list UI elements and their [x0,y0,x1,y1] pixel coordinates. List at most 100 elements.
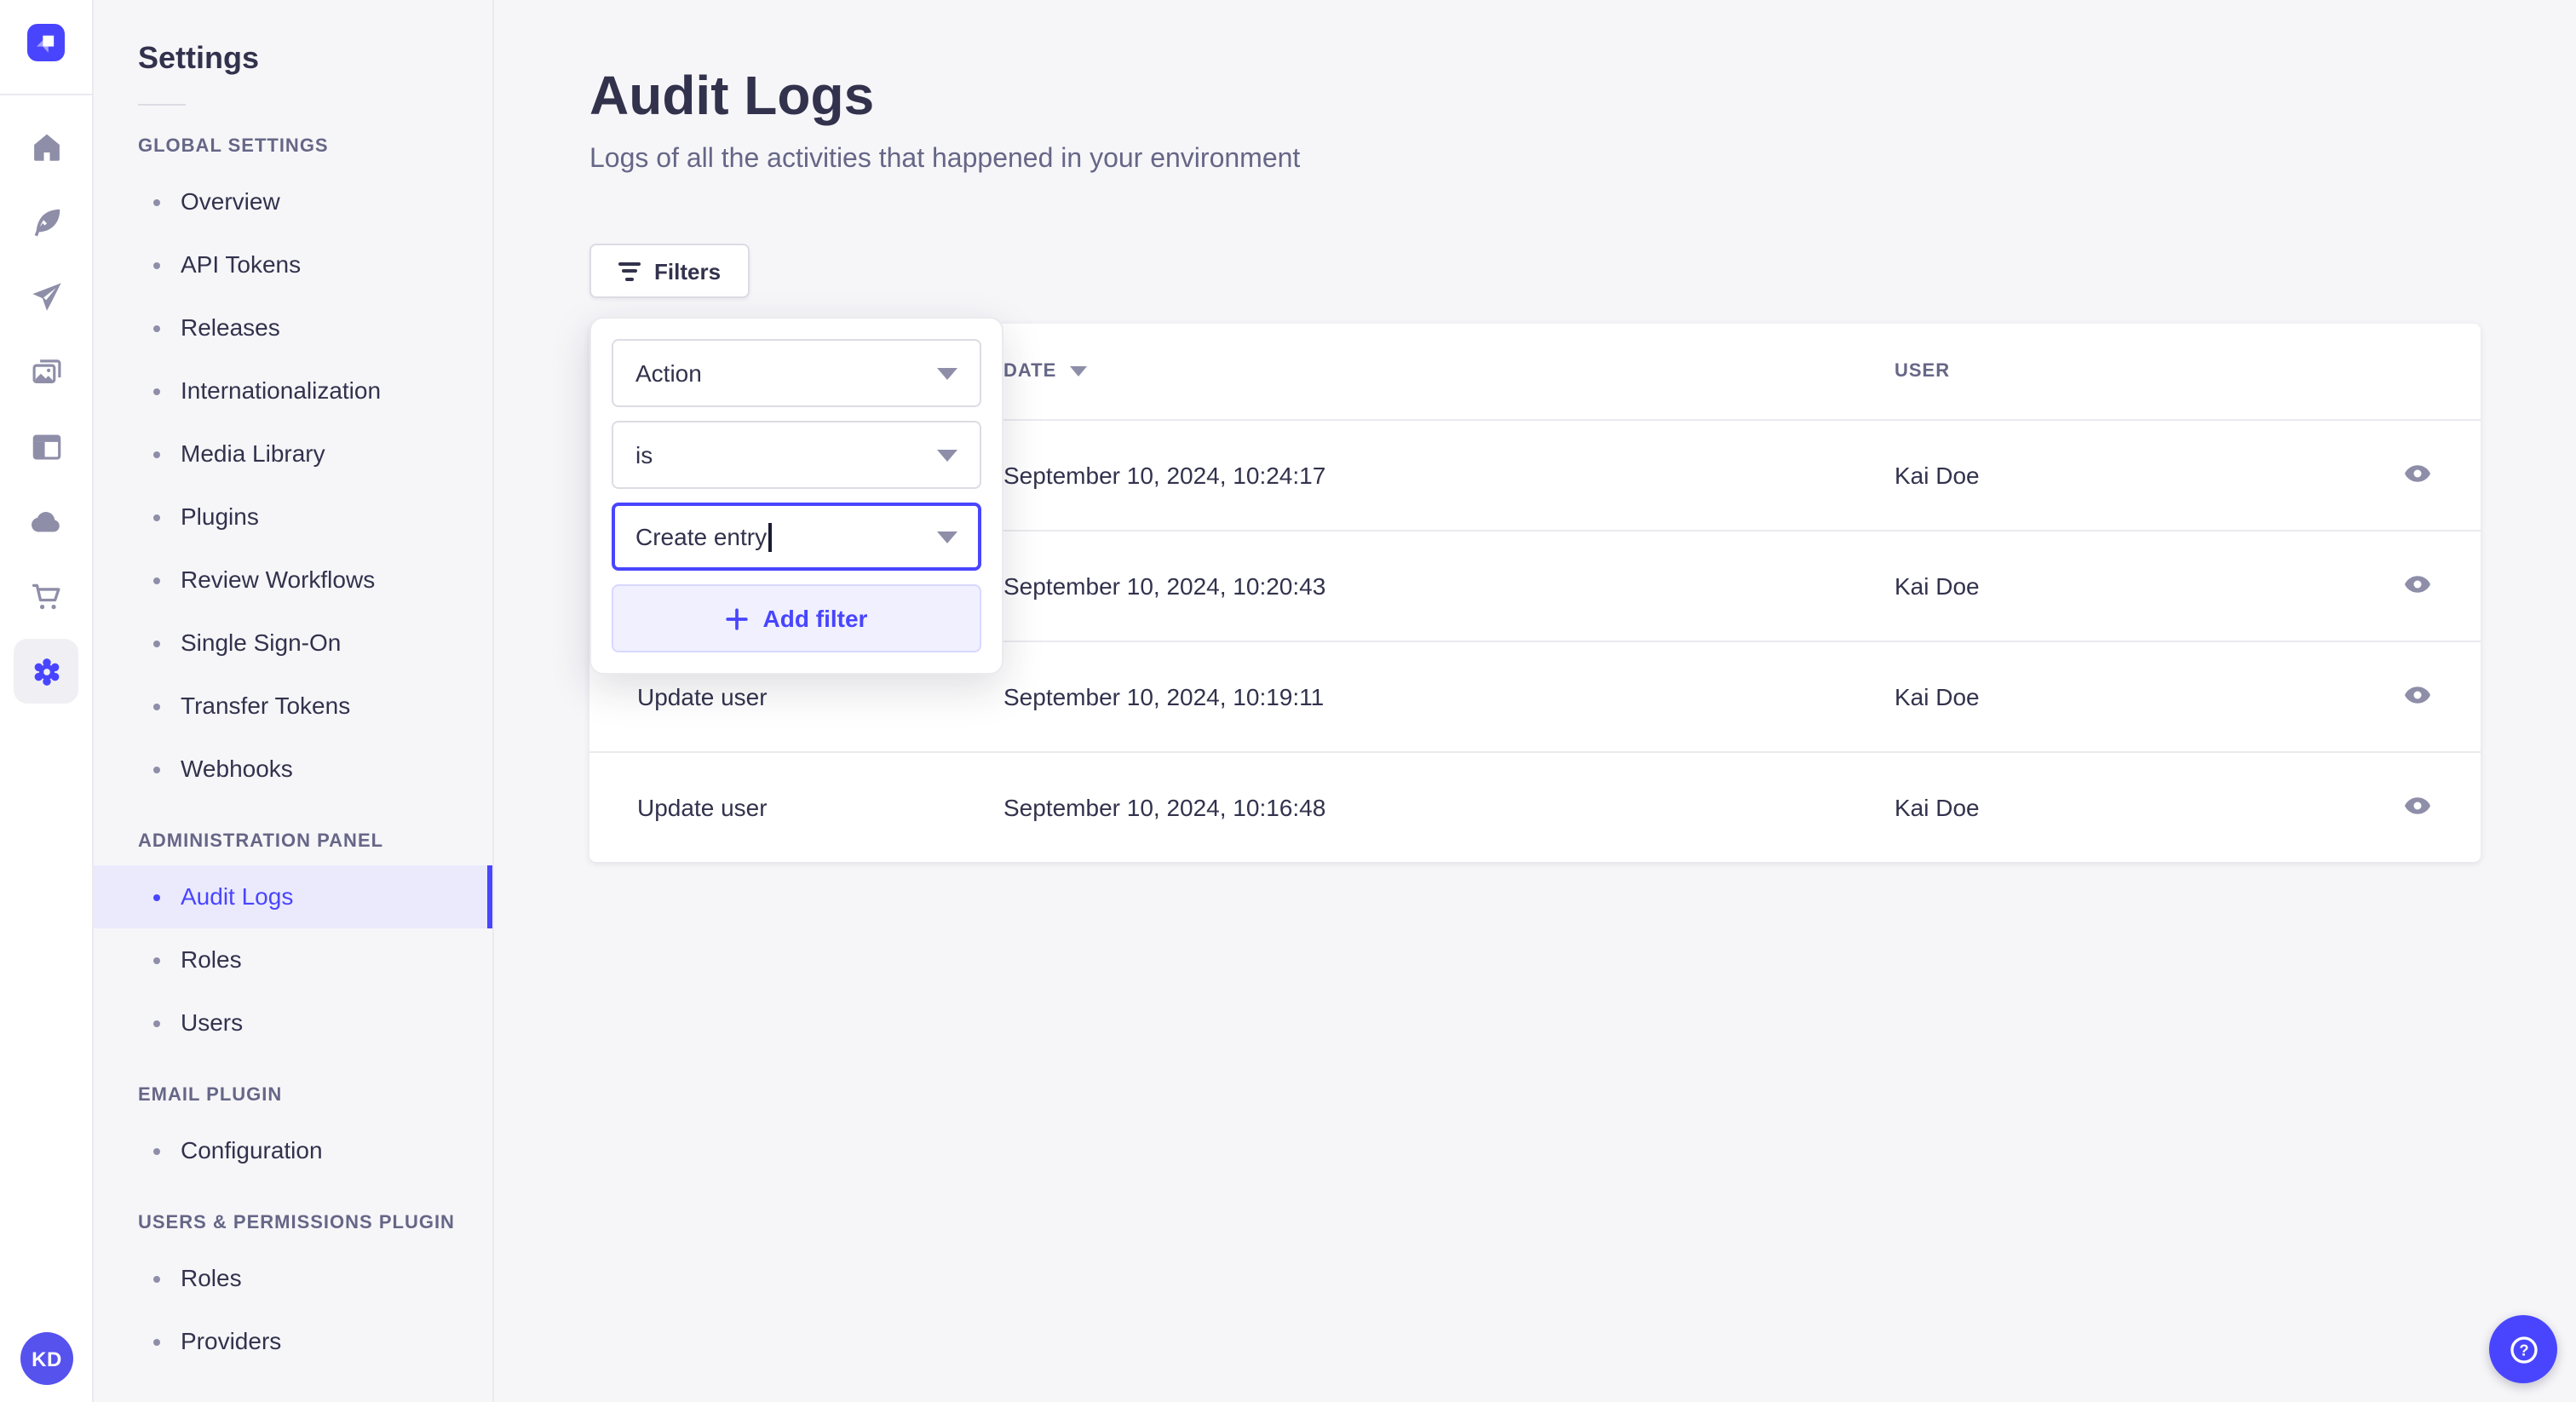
cell-date: September 10, 2024, 10:20:43 [1003,529,1895,641]
bullet-icon [153,893,160,900]
bullet-icon [153,514,160,520]
marketplace-cart-icon [31,583,60,609]
filter-value-combobox[interactable]: Create entry [612,503,981,571]
section-label-users-permissions-plugin: USERS & PERMISSIONS PLUGIN [138,1213,455,1233]
nav-content-type-builder[interactable] [9,409,83,484]
plus-icon [725,607,748,629]
section-label-administration-panel: ADMINISTRATION PANEL [138,831,384,852]
chevron-down-icon [937,449,957,461]
view-log-button[interactable] [2399,788,2436,825]
settings-sidebar: Settings GLOBAL SETTINGS Overview API To… [94,0,494,1402]
sidebar-item-single-sign-on[interactable]: Single Sign-On [94,612,492,675]
cell-date: September 10, 2024, 10:19:11 [1003,640,1895,751]
sidebar-item-internationalization[interactable]: Internationalization [94,359,492,422]
media-library-icon [32,359,60,382]
view-log-button[interactable] [2399,676,2436,714]
divider [138,104,186,106]
sidebar-item-media-library[interactable]: Media Library [94,422,492,486]
main-nav-rail: KD [0,0,94,1402]
eye-icon [2405,797,2430,815]
help-button[interactable]: ? [2489,1315,2557,1383]
eye-icon [2405,465,2430,482]
bullet-icon [153,766,160,773]
text-cursor [768,522,772,551]
sidebar-item-admin-users[interactable]: Users [94,991,492,1054]
bullet-icon [153,198,160,205]
section-label-email-plugin: EMAIL PLUGIN [138,1085,283,1106]
sidebar-item-up-roles[interactable]: Roles [94,1247,492,1310]
sort-desc-icon [1070,365,1088,376]
sidebar-item-webhooks[interactable]: Webhooks [94,738,492,801]
app-root: KD Settings GLOBAL SETTINGS Overview API… [0,0,2576,1402]
nav-deploy[interactable] [9,484,83,559]
page-subtitle: Logs of all the activities that happened… [589,145,1301,174]
cell-user: Kai Doe [1895,529,2351,641]
sidebar-item-admin-roles[interactable]: Roles [94,928,492,991]
cloud-icon [31,511,59,531]
view-log-button[interactable] [2399,566,2436,603]
user-avatar[interactable]: KD [20,1332,73,1385]
content-type-builder-icon [32,434,60,459]
nav-marketplace[interactable] [9,559,83,634]
nav-content-manager[interactable] [9,184,83,259]
bullet-icon [153,261,160,268]
strapi-logo[interactable] [27,24,65,61]
header-view [2351,324,2481,419]
page-title: Audit Logs [589,65,875,126]
main-content: Audit Logs Logs of all the activities th… [494,0,2576,1402]
cell-date: September 10, 2024, 10:24:17 [1003,418,1895,530]
paper-plane-icon [32,282,60,310]
nav-home[interactable] [9,109,83,184]
table-row[interactable]: Update user September 10, 2024, 10:16:48… [589,750,2481,862]
sidebar-title: Settings [138,41,260,75]
cell-date: September 10, 2024, 10:16:48 [1003,750,1895,862]
sidebar-item-audit-logs[interactable]: Audit Logs [94,865,492,928]
nav-media-library[interactable] [9,334,83,409]
sidebar-item-email-configuration[interactable]: Configuration [94,1119,492,1182]
rail-nav [9,95,83,709]
eye-icon [2405,687,2430,704]
bullet-icon [153,451,160,457]
cell-user: Kai Doe [1895,418,2351,530]
bullet-icon [153,957,160,963]
sidebar-item-up-providers[interactable]: Providers [94,1310,492,1373]
home-icon [33,133,59,160]
strapi-logo-icon [37,35,55,53]
header-date[interactable]: DATE [1003,324,1895,419]
feather-pen-icon [33,208,60,236]
add-filter-button[interactable]: Add filter [612,584,981,652]
sidebar-item-plugins[interactable]: Plugins [94,486,492,549]
bullet-icon [153,1275,160,1282]
filter-funnel-icon [618,261,641,280]
chevron-down-icon [937,531,957,543]
svg-text:?: ? [2518,1340,2527,1358]
bullet-icon [153,577,160,583]
chevron-down-icon [937,367,957,379]
sidebar-item-releases[interactable]: Releases [94,296,492,359]
filter-field-select[interactable]: Action [612,339,981,407]
filters-button[interactable]: Filters [589,244,750,298]
settings-gear-icon [33,658,59,685]
filter-popover: Action is Create entry Add filter [589,317,1003,675]
cell-action: Update user [589,750,1003,862]
bullet-icon [153,1338,160,1345]
filter-operator-select[interactable]: is [612,421,981,489]
sidebar-item-api-tokens[interactable]: API Tokens [94,233,492,296]
eye-icon [2405,576,2430,593]
section-label-global-settings: GLOBAL SETTINGS [138,136,329,157]
bullet-icon [153,325,160,331]
nav-settings[interactable] [9,634,83,709]
header-user: USER [1895,360,1951,382]
bullet-icon [153,1020,160,1026]
bullet-icon [153,1147,160,1154]
bullet-icon [153,703,160,710]
nav-releases[interactable] [9,259,83,334]
bullet-icon [153,388,160,394]
bullet-icon [153,640,160,646]
sidebar-item-review-workflows[interactable]: Review Workflows [94,549,492,612]
sidebar-item-transfer-tokens[interactable]: Transfer Tokens [94,675,492,738]
cell-user: Kai Doe [1895,750,2351,862]
sidebar-item-overview[interactable]: Overview [94,170,492,233]
view-log-button[interactable] [2399,455,2436,492]
question-mark-icon: ? [2510,1336,2537,1363]
